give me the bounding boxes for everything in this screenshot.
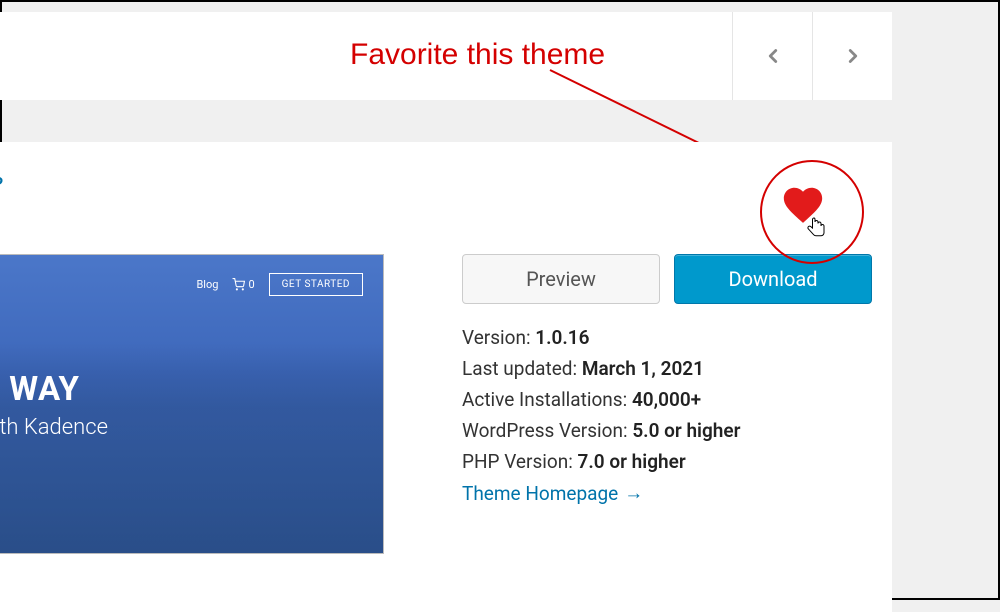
arrow-right-icon: →: [624, 481, 643, 505]
action-buttons-row: Preview Download: [462, 254, 872, 304]
screenshot-cart: 0: [232, 278, 254, 291]
favorite-button[interactable]: [780, 182, 826, 232]
chevron-left-icon: [762, 45, 784, 67]
screenshot-nav: Blog 0 GET STARTED: [196, 273, 363, 296]
annotation-label: Favorite this theme: [350, 38, 605, 72]
meta-wp-label: WordPress Version:: [462, 419, 628, 442]
screenshot-hero-subtitle: le With Kadence: [0, 415, 108, 440]
meta-wp-version: WordPress Version: 5.0 or higher: [462, 419, 872, 442]
meta-updated: Last updated: March 1, 2021: [462, 357, 872, 380]
meta-installs: Active Installations: 40,000+: [462, 388, 872, 411]
chevron-right-icon: [842, 45, 864, 67]
meta-version: Version: 1.0.16: [462, 326, 872, 349]
theme-screenshot[interactable]: Blog 0 GET STARTED YOUR WAY le With Kade…: [0, 254, 384, 554]
meta-php-value: 7.0 or higher: [578, 450, 686, 473]
meta-installs-value: 40,000+: [632, 388, 701, 411]
screenshot-get-started: GET STARTED: [269, 273, 363, 296]
meta-version-value: 1.0.16: [535, 326, 589, 349]
heart-icon: [780, 182, 826, 228]
theme-homepage-label: Theme Homepage: [462, 482, 618, 505]
screenshot-hero-title: YOUR WAY: [0, 370, 79, 409]
next-theme-button[interactable]: [812, 12, 892, 100]
meta-installs-label: Active Installations:: [462, 388, 627, 411]
meta-php-label: PHP Version:: [462, 450, 573, 473]
theme-meta-column: Preview Download Version: 1.0.16 Last up…: [462, 254, 872, 505]
meta-updated-value: March 1, 2021: [582, 357, 704, 380]
theme-homepage-link[interactable]: Theme Homepage →: [462, 481, 643, 505]
screenshot-cart-count: 0: [248, 278, 254, 291]
author-link-fragment[interactable]: P: [0, 174, 3, 194]
preview-button[interactable]: Preview: [462, 254, 660, 304]
meta-updated-label: Last updated:: [462, 357, 577, 380]
prev-theme-button[interactable]: [732, 12, 812, 100]
meta-version-label: Version:: [462, 326, 531, 349]
meta-wp-value: 5.0 or higher: [632, 419, 740, 442]
screenshot-nav-blog: Blog: [196, 278, 218, 291]
download-button[interactable]: Download: [674, 254, 872, 304]
meta-php-version: PHP Version: 7.0 or higher: [462, 450, 872, 473]
cart-icon: [232, 278, 245, 291]
